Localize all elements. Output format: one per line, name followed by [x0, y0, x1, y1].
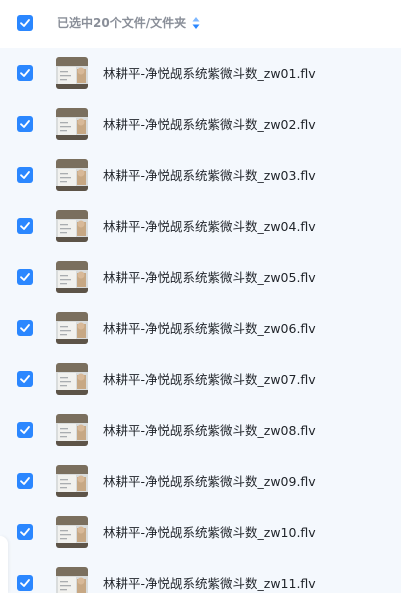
checkmark-icon: [20, 222, 30, 230]
checkmark-icon: [20, 324, 30, 332]
file-row[interactable]: 林耕平-净悦觇系统紫微斗数_zw04.flv: [0, 201, 401, 252]
video-thumbnail-icon: [56, 363, 88, 395]
file-checkbox[interactable]: [17, 524, 33, 540]
video-thumbnail-icon: [56, 567, 88, 593]
checkmark-icon: [20, 375, 30, 383]
file-row[interactable]: 林耕平-净悦觇系统紫微斗数_zw06.flv: [0, 303, 401, 354]
file-name: 林耕平-净悦觇系统紫微斗数_zw03.flv: [103, 168, 316, 183]
checkmark-icon: [20, 273, 30, 281]
sort-icon[interactable]: [192, 16, 200, 30]
checkmark-icon: [20, 69, 30, 77]
file-checkbox[interactable]: [17, 473, 33, 489]
file-row[interactable]: 林耕平-净悦觇系统紫微斗数_zw07.flv: [0, 354, 401, 405]
checkmark-icon: [20, 426, 30, 434]
select-all-checkbox[interactable]: [17, 15, 33, 31]
file-checkbox[interactable]: [17, 575, 33, 591]
file-row[interactable]: 林耕平-净悦觇系统紫微斗数_zw05.flv: [0, 252, 401, 303]
file-name: 林耕平-净悦觇系统紫微斗数_zw10.flv: [103, 525, 316, 540]
file-row[interactable]: 林耕平-净悦觇系统紫微斗数_zw10.flv: [0, 507, 401, 558]
file-checkbox[interactable]: [17, 320, 33, 336]
file-name: 林耕平-净悦觇系统紫微斗数_zw02.flv: [103, 117, 316, 132]
selection-header: 已选中20个文件/文件夹: [0, 0, 401, 46]
file-name: 林耕平-净悦觇系统紫微斗数_zw01.flv: [103, 66, 316, 81]
side-panel-edge: [0, 536, 8, 593]
file-row[interactable]: 林耕平-净悦觇系统紫微斗数_zw01.flv: [0, 48, 401, 99]
file-checkbox[interactable]: [17, 116, 33, 132]
file-name: 林耕平-净悦觇系统紫微斗数_zw05.flv: [103, 270, 316, 285]
video-thumbnail-icon: [56, 261, 88, 293]
file-row[interactable]: 林耕平-净悦觇系统紫微斗数_zw11.flv: [0, 558, 401, 593]
file-checkbox[interactable]: [17, 371, 33, 387]
video-thumbnail-icon: [56, 312, 88, 344]
file-list: 林耕平-净悦觇系统紫微斗数_zw01.flv 林耕平-净悦觇系统紫微斗数_zw0…: [0, 48, 401, 593]
file-name: 林耕平-净悦觇系统紫微斗数_zw09.flv: [103, 474, 316, 489]
file-checkbox[interactable]: [17, 422, 33, 438]
video-thumbnail-icon: [56, 465, 88, 497]
file-name: 林耕平-净悦觇系统紫微斗数_zw07.flv: [103, 372, 316, 387]
file-row[interactable]: 林耕平-净悦觇系统紫微斗数_zw02.flv: [0, 99, 401, 150]
file-row[interactable]: 林耕平-净悦觇系统紫微斗数_zw09.flv: [0, 456, 401, 507]
video-thumbnail-icon: [56, 108, 88, 140]
checkmark-icon: [20, 19, 30, 27]
selection-count-label: 已选中20个文件/文件夹: [57, 16, 187, 30]
file-checkbox[interactable]: [17, 269, 33, 285]
file-name: 林耕平-净悦觇系统紫微斗数_zw08.flv: [103, 423, 316, 438]
video-thumbnail-icon: [56, 414, 88, 446]
video-thumbnail-icon: [56, 159, 88, 191]
file-selection-panel: 已选中20个文件/文件夹 林耕平-净悦觇系统紫微斗数_zw01.flv 林耕平-…: [0, 0, 401, 593]
file-row[interactable]: 林耕平-净悦觇系统紫微斗数_zw08.flv: [0, 405, 401, 456]
checkmark-icon: [20, 477, 30, 485]
file-checkbox[interactable]: [17, 65, 33, 81]
checkmark-icon: [20, 528, 30, 536]
file-checkbox[interactable]: [17, 167, 33, 183]
file-name: 林耕平-净悦觇系统紫微斗数_zw04.flv: [103, 219, 316, 234]
file-name: 林耕平-净悦觇系统紫微斗数_zw06.flv: [103, 321, 316, 336]
video-thumbnail-icon: [56, 57, 88, 89]
video-thumbnail-icon: [56, 516, 88, 548]
file-name: 林耕平-净悦觇系统紫微斗数_zw11.flv: [103, 576, 316, 591]
video-thumbnail-icon: [56, 210, 88, 242]
checkmark-icon: [20, 171, 30, 179]
checkmark-icon: [20, 120, 30, 128]
file-row[interactable]: 林耕平-净悦觇系统紫微斗数_zw03.flv: [0, 150, 401, 201]
file-checkbox[interactable]: [17, 218, 33, 234]
checkmark-icon: [20, 579, 30, 587]
